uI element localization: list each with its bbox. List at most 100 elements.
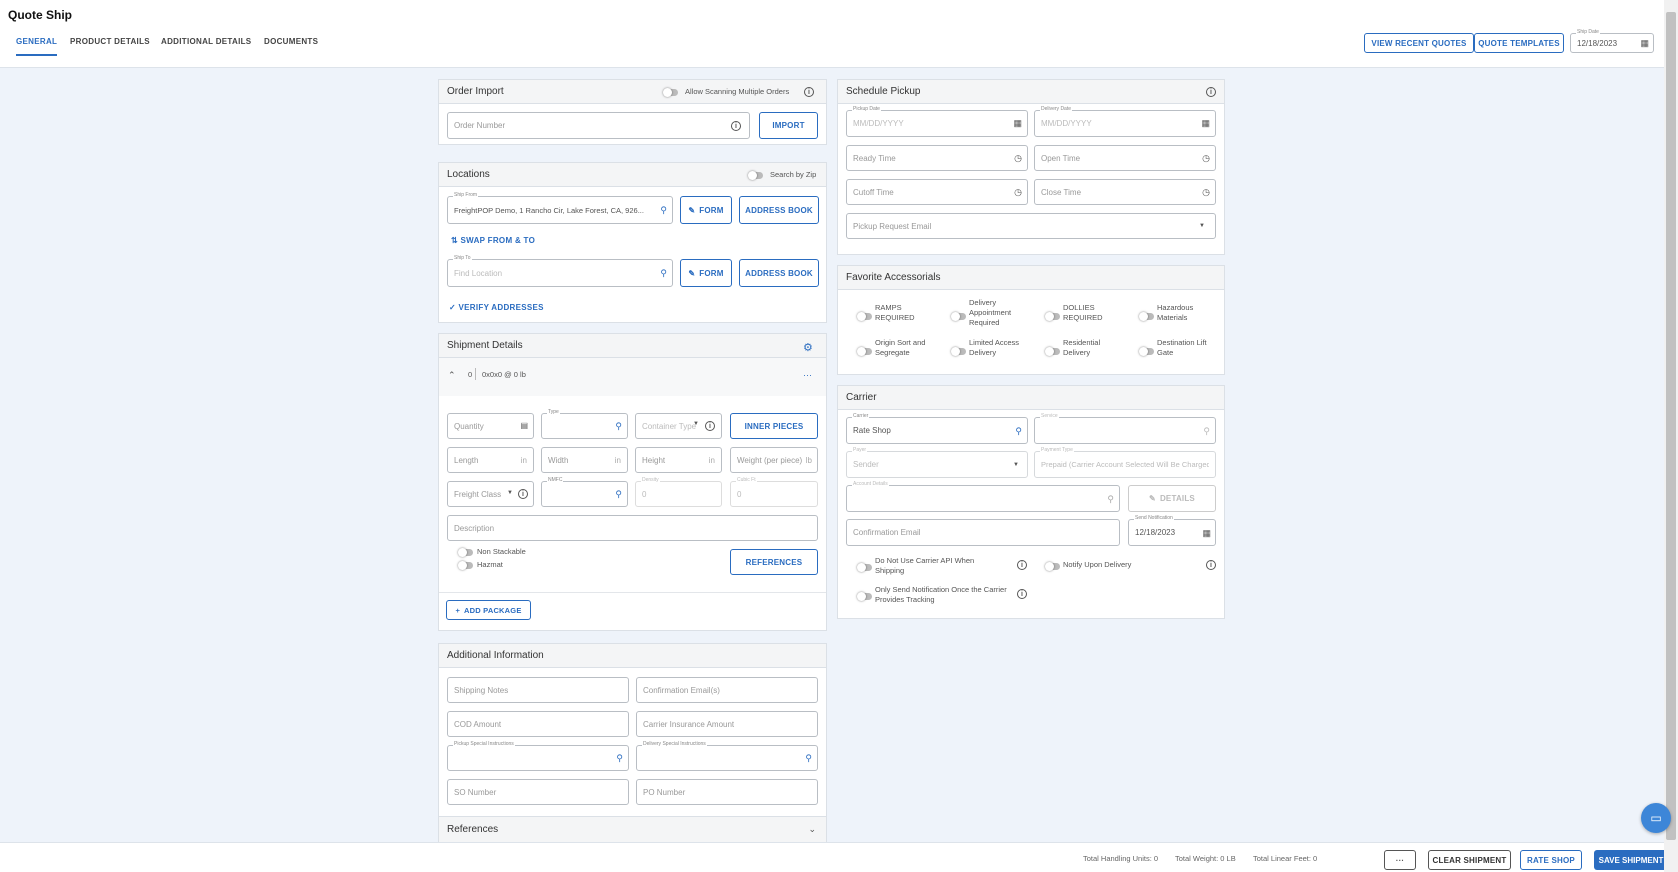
add-package-button[interactable]: + ADD PACKAGE	[446, 600, 531, 620]
search-icon[interactable]: ⚲	[1015, 426, 1022, 437]
chevron-down-icon[interactable]: ⌄	[808, 824, 816, 835]
ship-date-field[interactable]: Ship Date 12/18/2023 ▦	[1570, 29, 1654, 53]
references-section-header[interactable]: References ⌄	[439, 816, 826, 842]
info-icon[interactable]: i	[731, 121, 741, 131]
only-send-toggle[interactable]	[857, 592, 872, 601]
more-options-button[interactable]: ···	[1384, 850, 1416, 870]
gear-icon[interactable]: ⚙	[803, 341, 813, 354]
info-icon[interactable]: i	[1206, 560, 1216, 570]
info-icon[interactable]: i	[518, 489, 528, 499]
delivery-special-instructions-input[interactable]: Delivery Special Instructions ⚲	[636, 741, 818, 771]
accessorial-toggle[interactable]	[857, 347, 872, 356]
search-icon[interactable]: ⚲	[1107, 494, 1114, 505]
ship-to-form-button[interactable]: ✎ FORM	[680, 259, 732, 287]
chevron-up-icon[interactable]: ⌃	[448, 370, 456, 381]
so-number-input[interactable]: SO Number	[447, 779, 629, 805]
service-input[interactable]: Service ⚲	[1034, 413, 1216, 444]
cod-amount-input[interactable]: COD Amount	[447, 711, 629, 737]
allow-scanning-toggle[interactable]	[663, 88, 678, 97]
pickup-request-email-select[interactable]: Pickup Request Email ▼	[846, 213, 1216, 239]
height-input[interactable]: Height in	[635, 447, 722, 473]
ready-time-input[interactable]: Ready Time ◷	[846, 145, 1028, 171]
type-input[interactable]: Type ⚲	[541, 409, 628, 439]
swap-from-to-link[interactable]: ⇅ SWAP FROM & TO	[451, 236, 535, 245]
non-stackable-toggle[interactable]	[458, 548, 473, 557]
payer-select[interactable]: Payer Sender ▼	[846, 447, 1028, 478]
accessorial-toggle[interactable]	[1139, 312, 1154, 321]
details-button[interactable]: ✎ DETAILS	[1128, 485, 1216, 512]
clock-icon[interactable]: ◷	[1014, 187, 1022, 198]
freight-class-select[interactable]: Freight Class ▼ i	[447, 481, 534, 507]
description-input[interactable]: Description	[447, 515, 818, 541]
weight-input[interactable]: Weight (per piece) lb	[730, 447, 818, 473]
info-icon[interactable]: i	[1017, 560, 1027, 570]
search-icon[interactable]: ⚲	[660, 205, 667, 216]
search-icon[interactable]: ⚲	[660, 268, 667, 279]
clock-icon[interactable]: ◷	[1014, 153, 1022, 164]
ship-from-input[interactable]: Ship From FreightPOP Demo, 1 Rancho Cir,…	[447, 192, 673, 224]
more-icon[interactable]: ···	[803, 370, 812, 380]
quantity-input[interactable]: Quantity ▤	[447, 413, 534, 439]
clock-icon[interactable]: ◷	[1202, 153, 1210, 164]
calculator-icon[interactable]: ▤	[520, 421, 528, 430]
container-type-select[interactable]: Container Type ▼ i	[635, 413, 722, 439]
tab-additional-details[interactable]: ADDITIONAL DETAILS	[161, 37, 251, 46]
send-notification-date-input[interactable]: Send Notification 12/18/2023 ▦	[1128, 515, 1216, 546]
pickup-date-input[interactable]: Pickup Date MM/DD/YYYY ▦	[846, 106, 1028, 137]
accessorial-toggle[interactable]	[1045, 347, 1060, 356]
nmfc-input[interactable]: NMFC ⚲	[541, 477, 628, 507]
ship-from-address-book-button[interactable]: ADDRESS BOOK	[739, 196, 819, 224]
ship-to-address-book-button[interactable]: ADDRESS BOOK	[739, 259, 819, 287]
shipping-notes-input[interactable]: Shipping Notes	[447, 677, 629, 703]
clear-shipment-button[interactable]: CLEAR SHIPMENT	[1428, 850, 1511, 870]
width-input[interactable]: Width in	[541, 447, 628, 473]
payment-type-select[interactable]: Payment Type Prepaid (Carrier Account Se…	[1034, 447, 1216, 478]
info-icon[interactable]: i	[705, 421, 715, 431]
inner-pieces-button[interactable]: INNER PIECES	[730, 413, 818, 439]
length-input[interactable]: Length in	[447, 447, 534, 473]
clock-icon[interactable]: ◷	[1202, 187, 1210, 198]
import-button[interactable]: IMPORT	[759, 112, 818, 139]
search-icon[interactable]: ⚲	[615, 489, 622, 500]
accessorial-toggle[interactable]	[857, 312, 872, 321]
carrier-insurance-input[interactable]: Carrier Insurance Amount	[636, 711, 818, 737]
info-icon[interactable]: i	[1206, 87, 1216, 97]
order-number-input[interactable]: Order Number i	[447, 112, 750, 139]
info-icon[interactable]: i	[1017, 589, 1027, 599]
open-time-input[interactable]: Open Time ◷	[1034, 145, 1216, 171]
ship-from-form-button[interactable]: ✎ FORM	[680, 196, 732, 224]
rate-shop-button[interactable]: RATE SHOP	[1520, 850, 1582, 870]
calendar-icon[interactable]: ▦	[1013, 118, 1022, 129]
search-by-zip-toggle[interactable]	[748, 171, 763, 180]
close-time-input[interactable]: Close Time ◷	[1034, 179, 1216, 205]
chat-icon[interactable]: ▭	[1641, 803, 1671, 833]
po-number-input[interactable]: PO Number	[636, 779, 818, 805]
accessorial-toggle[interactable]	[1139, 347, 1154, 356]
hazmat-toggle[interactable]	[458, 561, 473, 570]
search-icon[interactable]: ⚲	[805, 753, 812, 764]
search-icon[interactable]: ⚲	[1203, 426, 1210, 437]
cutoff-time-input[interactable]: Cutoff Time ◷	[846, 179, 1028, 205]
accessorial-toggle[interactable]	[951, 312, 966, 321]
save-shipment-button[interactable]: SAVE SHIPMENT	[1594, 850, 1668, 870]
notify-delivery-toggle[interactable]	[1045, 562, 1060, 571]
confirmation-email-input[interactable]: Confirmation Email	[846, 519, 1120, 546]
calendar-icon[interactable]: ▦	[1201, 118, 1210, 129]
calendar-icon[interactable]: ▦	[1640, 38, 1649, 49]
account-details-input[interactable]: Account Details ⚲	[846, 481, 1120, 512]
info-icon[interactable]: i	[804, 87, 814, 97]
no-api-toggle[interactable]	[857, 563, 872, 572]
references-button[interactable]: REFERENCES	[730, 549, 818, 575]
tab-product-details[interactable]: PRODUCT DETAILS	[70, 37, 150, 46]
tab-general[interactable]: GENERAL	[16, 37, 58, 56]
quote-templates-button[interactable]: QUOTE TEMPLATES	[1474, 33, 1564, 53]
accessorial-toggle[interactable]	[1045, 312, 1060, 321]
calendar-icon[interactable]: ▦	[1202, 528, 1211, 539]
search-icon[interactable]: ⚲	[616, 753, 623, 764]
scrollbar-thumb[interactable]	[1666, 12, 1676, 840]
verify-addresses-link[interactable]: ✓ VERIFY ADDRESSES	[449, 303, 544, 312]
confirmation-emails-input[interactable]: Confirmation Email(s)	[636, 677, 818, 703]
delivery-date-input[interactable]: Delivery Date MM/DD/YYYY ▦	[1034, 106, 1216, 137]
ship-to-input[interactable]: Ship To Find Location ⚲	[447, 255, 673, 287]
carrier-input[interactable]: Carrier Rate Shop ⚲	[846, 413, 1028, 444]
